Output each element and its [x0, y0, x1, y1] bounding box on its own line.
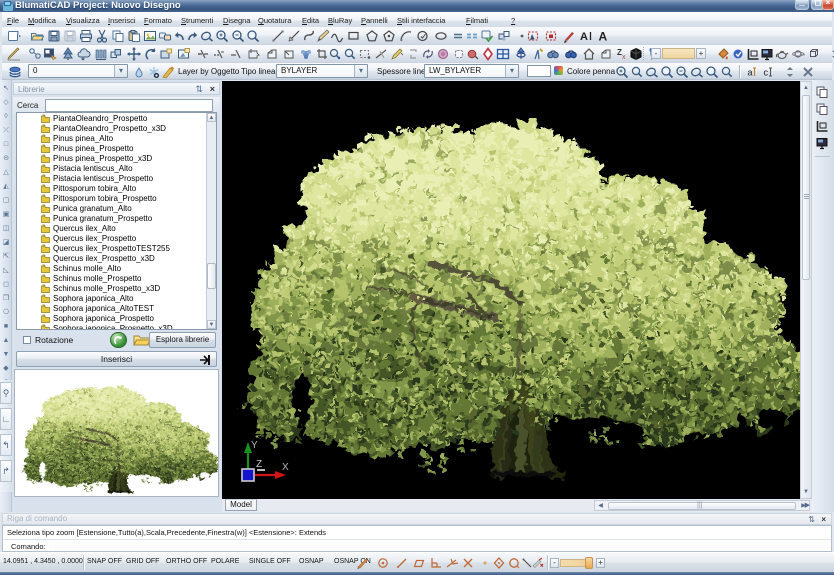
- svg-text:c: c: [764, 68, 769, 78]
- svg-text:Y: Y: [251, 440, 258, 451]
- svg-text:A: A: [599, 30, 608, 44]
- svg-text:Z: Z: [256, 459, 262, 470]
- svg-text:x: x: [622, 54, 626, 61]
- svg-text:a: a: [748, 68, 753, 78]
- svg-text:A: A: [580, 31, 588, 43]
- svg-text:X: X: [282, 462, 289, 473]
